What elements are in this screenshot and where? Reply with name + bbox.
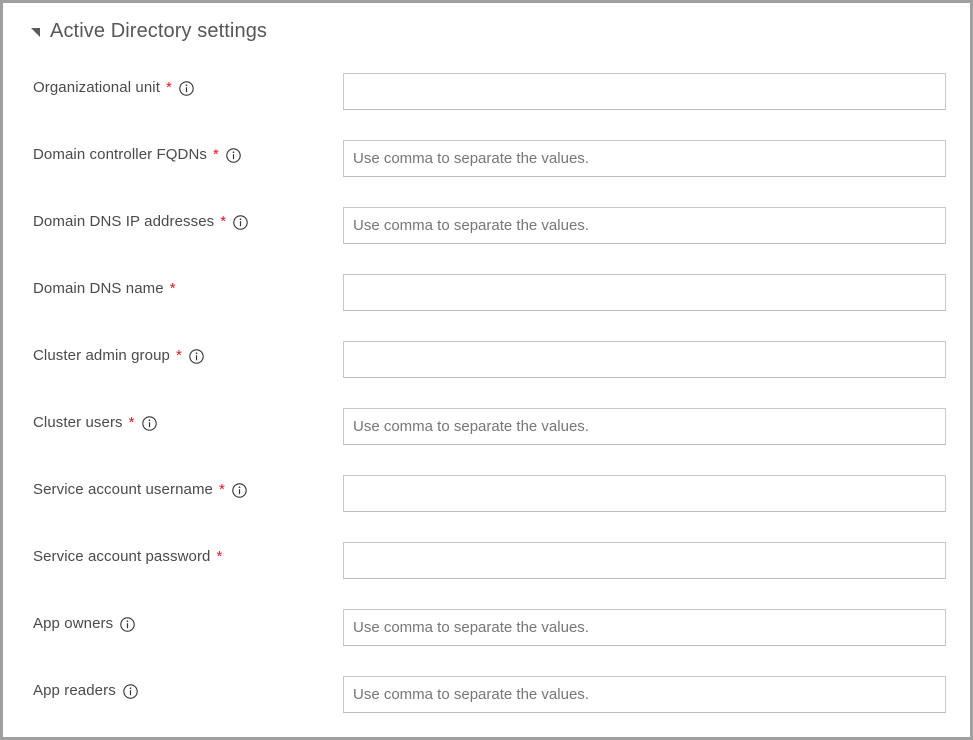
section-header[interactable]: Active Directory settings xyxy=(31,19,267,43)
field-label: Service account password * xyxy=(33,547,222,567)
field-label-text: Cluster admin group xyxy=(33,346,170,366)
form-row: App readers xyxy=(3,669,970,736)
info-circle-icon[interactable] xyxy=(232,483,247,498)
field-label: Domain DNS name * xyxy=(33,279,176,299)
required-asterisk: * xyxy=(166,78,172,98)
required-asterisk: * xyxy=(129,413,135,433)
field-label: Cluster admin group * xyxy=(33,346,204,366)
triangle-expanded-icon[interactable] xyxy=(31,28,40,37)
field-label: Domain controller FQDNs * xyxy=(33,145,241,165)
field-input[interactable] xyxy=(343,475,946,512)
field-label: App readers xyxy=(33,681,138,701)
form-row: Domain DNS name * xyxy=(3,267,970,334)
field-input[interactable] xyxy=(343,676,946,713)
info-circle-icon[interactable] xyxy=(120,617,135,632)
field-input[interactable] xyxy=(343,73,946,110)
field-input[interactable] xyxy=(343,207,946,244)
field-label-text: App owners xyxy=(33,614,113,634)
required-asterisk: * xyxy=(213,145,219,165)
form-row: Domain DNS IP addresses * xyxy=(3,200,970,267)
required-asterisk: * xyxy=(217,547,223,567)
info-circle-icon[interactable] xyxy=(226,148,241,163)
form-row: Organizational unit * xyxy=(3,66,970,133)
info-circle-icon[interactable] xyxy=(142,416,157,431)
field-label: Domain DNS IP addresses * xyxy=(33,212,248,232)
info-circle-icon[interactable] xyxy=(189,349,204,364)
form-row: App owners xyxy=(3,602,970,669)
field-label-text: Domain DNS IP addresses xyxy=(33,212,214,232)
field-label: Organizational unit * xyxy=(33,78,194,98)
active-directory-settings-form: Organizational unit*Domain controller FQ… xyxy=(3,66,970,736)
form-row: Cluster users * xyxy=(3,401,970,468)
field-input[interactable] xyxy=(343,408,946,445)
active-directory-settings-panel: Active Directory settings Organizational… xyxy=(0,0,973,740)
required-asterisk: * xyxy=(219,480,225,500)
required-asterisk: * xyxy=(220,212,226,232)
field-label-text: App readers xyxy=(33,681,116,701)
form-row: Domain controller FQDNs * xyxy=(3,133,970,200)
field-input[interactable] xyxy=(343,609,946,646)
field-label-text: Cluster users xyxy=(33,413,123,433)
form-row: Service account username * xyxy=(3,468,970,535)
form-row: Cluster admin group * xyxy=(3,334,970,401)
info-circle-icon[interactable] xyxy=(233,215,248,230)
field-input[interactable] xyxy=(343,341,946,378)
field-input[interactable] xyxy=(343,542,946,579)
field-label-text: Domain controller FQDNs xyxy=(33,145,207,165)
required-asterisk: * xyxy=(176,346,182,366)
field-label-text: Domain DNS name xyxy=(33,279,164,299)
form-row: Service account password * xyxy=(3,535,970,602)
field-input[interactable] xyxy=(343,140,946,177)
page-title: Active Directory settings xyxy=(50,19,267,43)
field-label-text: Service account username xyxy=(33,480,213,500)
info-circle-icon[interactable] xyxy=(179,81,194,96)
field-label-text: Organizational unit xyxy=(33,78,160,98)
field-input[interactable] xyxy=(343,274,946,311)
field-label: Service account username * xyxy=(33,480,247,500)
required-asterisk: * xyxy=(170,279,176,299)
field-label-text: Service account password xyxy=(33,547,211,567)
field-label: App owners xyxy=(33,614,135,634)
field-label: Cluster users * xyxy=(33,413,157,433)
info-circle-icon[interactable] xyxy=(123,684,138,699)
